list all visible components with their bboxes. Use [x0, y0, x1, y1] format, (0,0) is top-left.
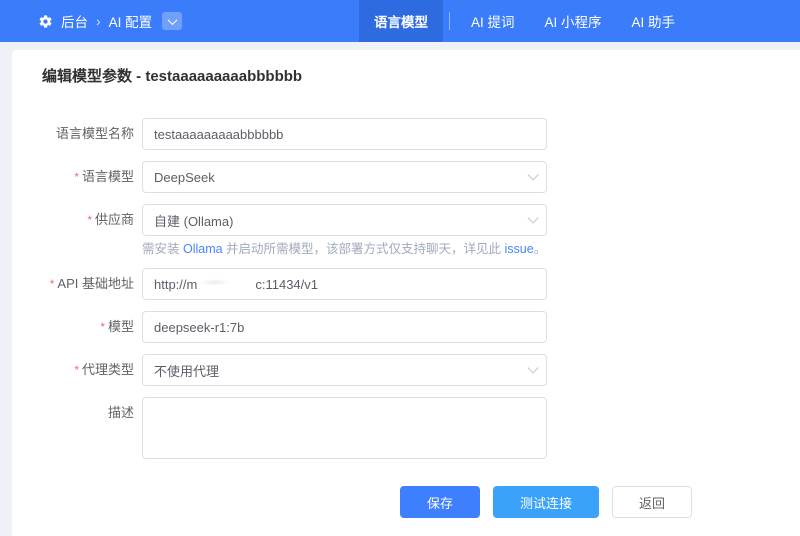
form-row-model: *模型	[42, 311, 800, 343]
model-label: *模型	[42, 311, 142, 343]
breadcrumb-current[interactable]: AI 配置	[109, 11, 153, 31]
form-row-language-model: *语言模型 DeepSeek	[42, 161, 800, 193]
tab-language-model[interactable]: 语言模型	[359, 0, 443, 42]
page-title: 编辑模型参数 - testaaaaaaaaabbbbbb	[42, 65, 800, 86]
hint-text: 并启动所需模型，该部署方式仅支持聊天，详见此	[223, 242, 505, 256]
test-connection-button[interactable]: 测试连接	[493, 486, 599, 518]
required-mark: *	[74, 170, 79, 184]
description-label: 描述	[42, 397, 142, 429]
gear-icon[interactable]	[38, 14, 53, 29]
language-model-selected-value: DeepSeek	[154, 170, 215, 185]
api-base-label: *API 基础地址	[42, 268, 142, 300]
description-textarea[interactable]	[142, 397, 547, 459]
edit-model-form: 语言模型名称 *语言模型 DeepSeek *供应商 自建 (Ollama)	[42, 118, 800, 518]
breadcrumb-root[interactable]: 后台	[61, 11, 88, 31]
language-model-select[interactable]: DeepSeek	[142, 161, 547, 193]
chevron-down-icon	[527, 169, 538, 180]
form-row-proxy-type: *代理类型 不使用代理	[42, 354, 800, 386]
api-base-input[interactable]: http://m c:11434/v1	[142, 268, 547, 300]
form-row-description: 描述	[42, 397, 800, 459]
model-input[interactable]	[142, 311, 547, 343]
form-row-model-name: 语言模型名称	[42, 118, 800, 150]
provider-hint: 需安装 Ollama 并启动所需模型，该部署方式仅支持聊天，详见此 issue。	[142, 241, 547, 257]
required-mark: *	[50, 277, 55, 291]
breadcrumb-separator: ›	[96, 13, 101, 29]
breadcrumb-dropdown-toggle[interactable]	[162, 12, 182, 30]
model-name-input[interactable]	[142, 118, 547, 150]
tab-ai-prompt[interactable]: AI 提词	[456, 0, 530, 42]
form-row-api-base: *API 基础地址 http://m c:11434/v1	[42, 268, 800, 300]
form-actions: 保存 测试连接 返回	[400, 486, 800, 518]
tab-ai-assistant[interactable]: AI 助手	[616, 0, 690, 42]
content-panel: 编辑模型参数 - testaaaaaaaaabbbbbb 语言模型名称 *语言模…	[12, 50, 800, 536]
model-name-label: 语言模型名称	[42, 118, 142, 150]
back-button[interactable]: 返回	[612, 486, 692, 518]
redacted-text-block	[198, 276, 254, 292]
chevron-down-icon	[527, 362, 538, 373]
issue-link[interactable]: issue	[505, 242, 534, 256]
tab-ai-miniprogram[interactable]: AI 小程序	[529, 0, 616, 42]
provider-selected-value: 自建 (Ollama)	[154, 211, 233, 230]
api-base-prefix: http://m	[154, 277, 197, 292]
header-tabs: 语言模型 AI 提词 AI 小程序 AI 助手	[359, 0, 690, 42]
chevron-down-icon	[167, 15, 177, 25]
form-row-provider: *供应商 自建 (Ollama) 需安装 Ollama 并启动所需模型，该部署方…	[42, 204, 800, 257]
save-button[interactable]: 保存	[400, 486, 480, 518]
breadcrumb: 后台 › AI 配置	[0, 11, 182, 31]
provider-select[interactable]: 自建 (Ollama)	[142, 204, 547, 236]
required-mark: *	[74, 363, 79, 377]
required-mark: *	[87, 213, 92, 227]
required-mark: *	[100, 320, 105, 334]
provider-label: *供应商	[42, 204, 142, 236]
language-model-label: *语言模型	[42, 161, 142, 193]
tab-divider	[449, 12, 450, 30]
top-navbar: 后台 › AI 配置 语言模型 AI 提词 AI 小程序 AI 助手	[0, 0, 800, 42]
proxy-type-select[interactable]: 不使用代理	[142, 354, 547, 386]
hint-text: 需安装	[142, 242, 183, 256]
chevron-down-icon	[527, 212, 538, 223]
proxy-type-selected-value: 不使用代理	[154, 361, 219, 380]
api-base-suffix: c:11434/v1	[255, 277, 318, 292]
ollama-link[interactable]: Ollama	[183, 242, 223, 256]
proxy-type-label: *代理类型	[42, 354, 142, 386]
hint-text: 。	[534, 242, 547, 256]
